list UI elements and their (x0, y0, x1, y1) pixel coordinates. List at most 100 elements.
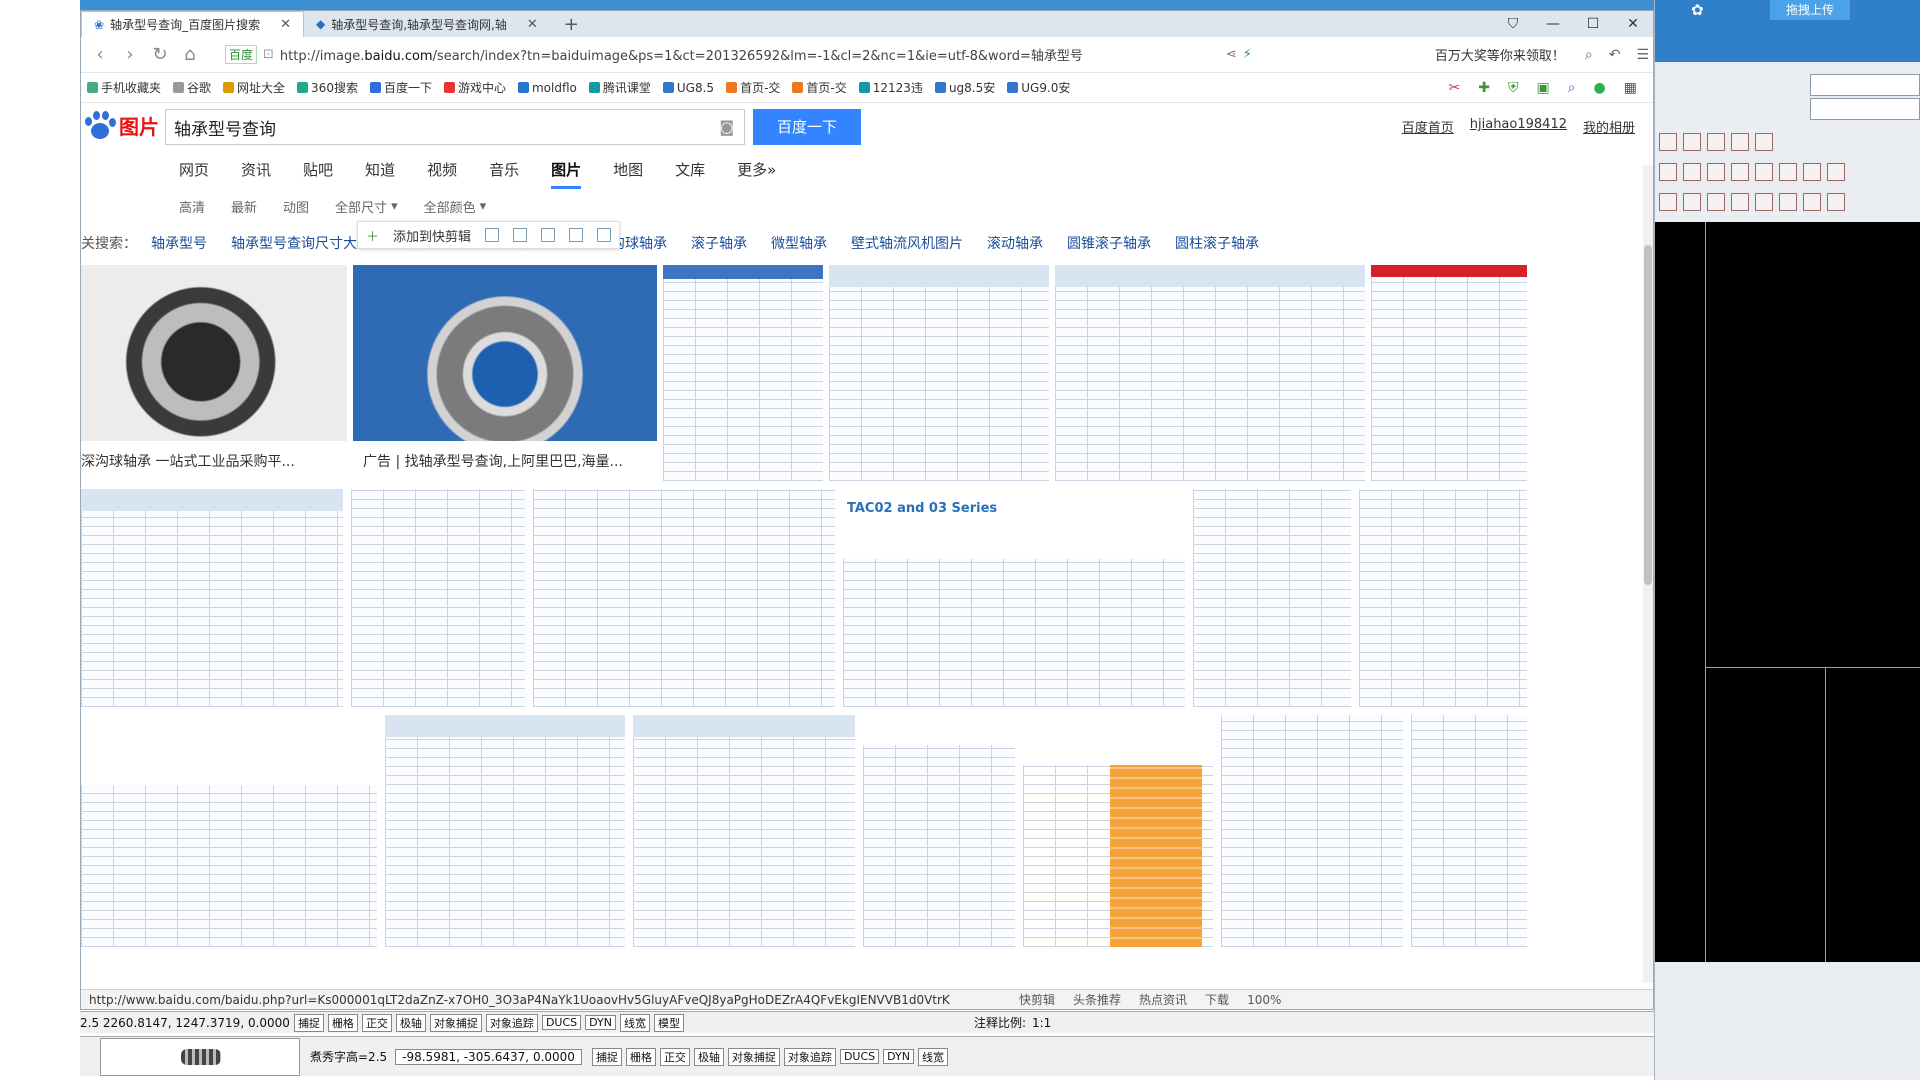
tool-icon[interactable] (1779, 163, 1797, 181)
status-item[interactable]: 下载 (1205, 991, 1229, 1008)
scrollbar-thumb[interactable] (1644, 245, 1652, 585)
result-image[interactable] (353, 265, 657, 441)
close-icon[interactable]: ✕ (280, 17, 291, 32)
search-input[interactable] (166, 117, 686, 137)
menu-icon[interactable]: ☰ (1636, 47, 1649, 63)
copy-icon[interactable] (485, 228, 500, 242)
tool-icon[interactable] (1683, 163, 1701, 181)
nav-tab[interactable]: 图片 (551, 159, 582, 189)
annotation-scale-value[interactable]: 1:1 (1032, 1016, 1051, 1030)
result-image[interactable] (533, 489, 835, 707)
bookmark-item[interactable]: 网址大全 (223, 79, 285, 96)
filter-item[interactable]: 动图 (283, 197, 309, 216)
related-link[interactable]: 轴承型号查询尺寸大 (231, 233, 357, 253)
cad-mode-toggle[interactable]: 栅格 (327, 1013, 358, 1032)
related-link[interactable]: 滚子轴承 (691, 233, 747, 253)
result-image[interactable] (385, 715, 625, 947)
tool-icon[interactable] (1659, 163, 1677, 181)
tool-icon[interactable] (1755, 193, 1773, 211)
image-caption[interactable]: 深沟球轴承 一站式工业品采购平... (81, 451, 347, 471)
share-icon[interactable] (569, 228, 584, 242)
style-dropdown[interactable] (1810, 98, 1920, 120)
tab-bearing-site[interactable]: ◆ 轴承型号查询,轴承型号查询网,轴 ✕ (304, 11, 550, 37)
status-item[interactable]: 快剪辑 (1019, 991, 1055, 1008)
album-link[interactable]: 我的相册 (1583, 117, 1635, 136)
search-icon[interactable]: ⌕ (1585, 47, 1593, 63)
cad-mode-toggle[interactable]: 对象追踪 (485, 1013, 538, 1032)
tool-icon[interactable] (1803, 193, 1821, 211)
result-image[interactable] (829, 265, 1049, 481)
bookmark-item[interactable]: 谷歌 (173, 79, 211, 96)
share-icon[interactable]: ⋖ (1226, 47, 1237, 62)
filter-item[interactable]: 最新 (231, 197, 257, 216)
expand-icon[interactable] (513, 228, 528, 242)
home-icon[interactable]: ⌂ (175, 44, 205, 65)
close-window-icon[interactable]: ✕ (1613, 11, 1653, 37)
tool-icon[interactable] (1803, 163, 1821, 181)
result-image[interactable] (1371, 265, 1527, 481)
result-image[interactable] (1193, 489, 1351, 707)
search-box[interactable]: ◙ (165, 109, 745, 145)
cad-mode-toggle[interactable]: 线宽 (917, 1047, 948, 1066)
nav-tab[interactable]: 更多» (737, 159, 776, 180)
baidu-logo[interactable]: 图片 (83, 109, 159, 141)
cad-mode-toggle[interactable]: 极轴 (693, 1047, 724, 1066)
camera-icon[interactable]: ◙ (719, 118, 734, 136)
cad-mode-toggle[interactable]: 极轴 (395, 1013, 426, 1032)
close-icon[interactable]: ✕ (527, 17, 538, 32)
result-image[interactable] (633, 715, 855, 947)
result-image[interactable] (863, 715, 1015, 947)
nav-tab[interactable]: 资讯 (241, 159, 271, 180)
cad-drawing-area[interactable] (1655, 222, 1920, 962)
result-image[interactable] (1023, 715, 1213, 947)
layer-dropdown[interactable] (1810, 74, 1920, 96)
shield-icon[interactable]: ⛨ (1508, 80, 1519, 96)
bookmark-item[interactable]: ug8.5安 (934, 79, 995, 96)
forward-icon[interactable]: › (115, 44, 145, 65)
maximize-icon[interactable]: ☐ (1573, 11, 1613, 37)
search-button[interactable]: 百度一下 (753, 109, 861, 145)
nav-tab[interactable]: 地图 (613, 159, 643, 180)
bookmark-item[interactable]: 游戏中心 (443, 79, 506, 96)
chat-icon[interactable]: ▣ (1536, 80, 1549, 96)
related-link[interactable]: 轴承型号 (151, 233, 207, 253)
cad-mode-toggle[interactable]: DYN (883, 1049, 914, 1064)
related-link[interactable]: 微型轴承 (771, 233, 827, 253)
username-link[interactable]: hjiahao198412 (1470, 117, 1567, 136)
back-icon[interactable]: ‹ (85, 44, 115, 65)
related-link[interactable]: 壁式轴流风机图片 (851, 233, 963, 253)
cad-mode-toggle[interactable]: 正交 (361, 1013, 392, 1032)
lightning-icon[interactable]: ⚡ (1243, 47, 1252, 62)
tool-icon[interactable] (1659, 193, 1677, 211)
model-thumbnail[interactable] (100, 1037, 300, 1076)
tool-icon[interactable] (1779, 193, 1797, 211)
add-to-clip-button[interactable]: 添加到快剪辑 (393, 226, 471, 245)
tool-icon[interactable] (1731, 193, 1749, 211)
refresh-icon[interactable]: ↻ (145, 44, 175, 65)
cad-mode-toggle[interactable]: 模型 (653, 1013, 684, 1032)
related-link[interactable]: 圆柱滚子轴承 (1175, 233, 1259, 253)
bookmark-item[interactable]: UG9.0安 (1007, 79, 1070, 96)
bookmark-item[interactable]: UG8.5 (662, 81, 714, 95)
tool-icon[interactable] (1755, 163, 1773, 181)
bookmark-item[interactable]: 手机收藏夹 (87, 79, 161, 96)
cad-mode-toggle[interactable]: 线宽 (619, 1013, 650, 1032)
upload-button[interactable]: 拖拽上传 (1769, 0, 1850, 20)
cad-mode-toggle[interactable]: DUCS (541, 1015, 582, 1030)
bookmark-item[interactable]: 360搜索 (297, 79, 358, 96)
shirt-icon[interactable]: ⛉ (1493, 11, 1533, 37)
related-link[interactable]: 滚动轴承 (987, 233, 1043, 253)
result-image[interactable] (1359, 489, 1527, 707)
result-image[interactable] (663, 265, 823, 481)
nav-tab[interactable]: 贴吧 (303, 159, 333, 180)
cad-mode-toggle[interactable]: 对象追踪 (783, 1047, 836, 1066)
nav-tab[interactable]: 知道 (365, 159, 395, 180)
cad-mode-toggle[interactable]: DUCS (839, 1049, 880, 1064)
cad-mode-toggle[interactable]: 对象捕捉 (727, 1047, 780, 1066)
bookmark-item[interactable]: moldflo (517, 81, 577, 95)
tool-icon[interactable] (1683, 193, 1701, 211)
filter-item[interactable]: 高清 (179, 197, 205, 216)
cad-mode-toggle[interactable]: 捕捉 (591, 1047, 622, 1066)
cad-mode-toggle[interactable]: DYN (585, 1015, 616, 1030)
tool-icon[interactable] (1707, 133, 1725, 151)
